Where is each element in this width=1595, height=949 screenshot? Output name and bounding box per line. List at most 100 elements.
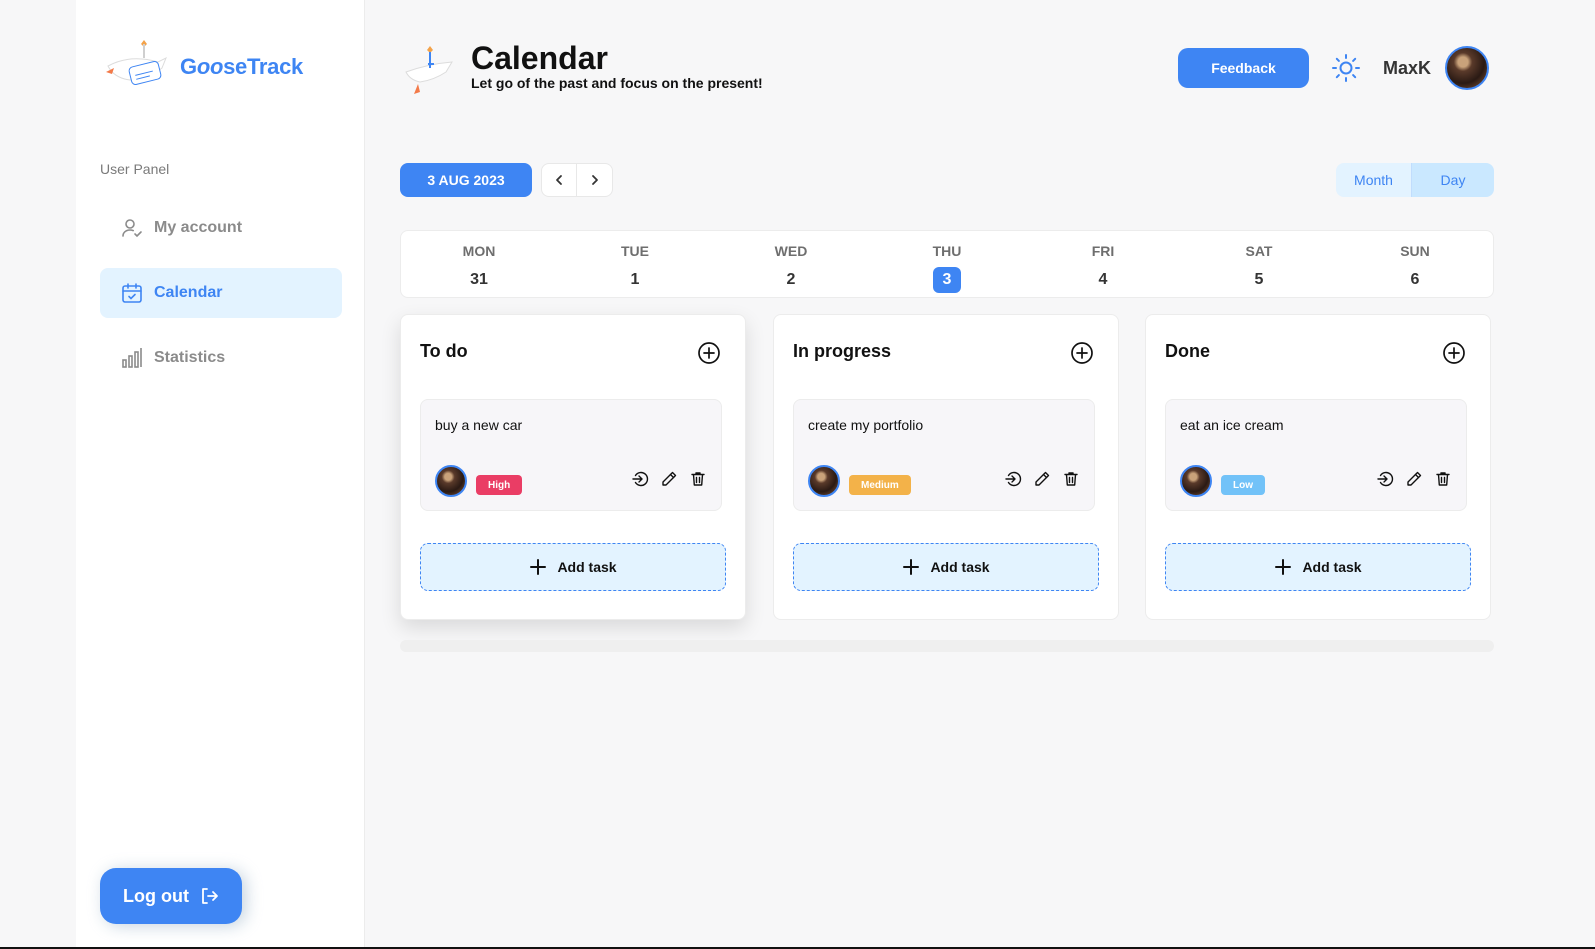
sidebar-item-my-account[interactable]: My account <box>100 203 342 253</box>
task-text: eat an ice cream <box>1180 417 1284 433</box>
plus-icon <box>902 558 920 576</box>
add-task-button[interactable]: Add task <box>1165 543 1471 591</box>
week-day-number: 31 <box>470 271 488 288</box>
horizontal-scrollbar[interactable] <box>400 640 1494 652</box>
calendar-toolbar: 3 AUG 2023 Month Day <box>400 163 1494 197</box>
user-check-icon <box>120 216 144 240</box>
pencil-icon[interactable] <box>1405 470 1423 488</box>
task-card[interactable]: buy a new car High <box>420 399 722 511</box>
week-day[interactable]: SUN 6 <box>1337 231 1493 297</box>
week-day-name: TUE <box>621 243 649 259</box>
sidebar-item-calendar[interactable]: Calendar <box>100 268 342 318</box>
current-date-label[interactable]: 3 AUG 2023 <box>400 163 532 197</box>
trash-icon[interactable] <box>689 470 707 488</box>
task-card[interactable]: eat an ice cream Low <box>1165 399 1467 511</box>
bar-chart-icon <box>120 346 144 370</box>
goose-logo-icon <box>106 40 167 86</box>
pencil-icon[interactable] <box>1033 470 1051 488</box>
week-day-name: THU <box>932 243 962 259</box>
task-actions <box>631 470 707 488</box>
logout-label: Log out <box>123 885 189 906</box>
week-day-number-selected: 3 <box>933 267 961 293</box>
trash-icon[interactable] <box>1434 470 1452 488</box>
plus-icon <box>1274 558 1292 576</box>
task-columns: To do buy a new car High Add task In pro… <box>400 314 1494 620</box>
user-name: MaxK <box>1382 57 1431 78</box>
column-in-progress: In progress create my portfolio Medium A… <box>773 314 1119 620</box>
column-title: In progress <box>793 341 892 361</box>
add-task-button[interactable]: Add task <box>793 543 1099 591</box>
week-day[interactable]: FRI 4 <box>1025 231 1181 297</box>
add-circle-icon[interactable] <box>1070 341 1094 365</box>
add-task-button[interactable]: Add task <box>420 543 726 591</box>
calendar-check-icon <box>120 281 144 305</box>
week-day[interactable]: MON 31 <box>401 231 557 297</box>
column-title: Done <box>1165 341 1210 361</box>
week-day[interactable]: WED 2 <box>713 231 869 297</box>
task-card[interactable]: create my portfolio Medium <box>793 399 1095 511</box>
sidebar-item-label: Statistics <box>154 349 226 366</box>
trash-icon[interactable] <box>1062 470 1080 488</box>
next-day-button[interactable] <box>577 163 613 197</box>
week-day-number: 5 <box>1254 271 1264 288</box>
week-day-number: 6 <box>1410 271 1420 288</box>
pencil-icon[interactable] <box>660 470 678 488</box>
avatar <box>808 465 840 497</box>
task-actions <box>1004 470 1080 488</box>
move-task-icon[interactable] <box>1376 470 1394 488</box>
brand-name: GooseTrack <box>180 54 303 79</box>
task-text: buy a new car <box>435 417 523 433</box>
page-subtitle: Let go of the past and focus on the pres… <box>471 75 763 91</box>
plus-icon <box>529 558 547 576</box>
left-gutter <box>0 0 76 949</box>
task-text: create my portfolio <box>808 417 924 433</box>
header-actions: Feedback MaxK <box>1177 46 1489 90</box>
avatar[interactable] <box>1445 46 1489 90</box>
chevron-right-icon <box>591 175 598 185</box>
move-task-icon[interactable] <box>631 470 649 488</box>
logout-button[interactable]: Log out <box>100 868 242 924</box>
feedback-button[interactable]: Feedback <box>1177 48 1309 88</box>
page-header: Calendar Let go of the past and focus on… <box>400 38 1489 102</box>
week-day-number: 4 <box>1098 271 1108 288</box>
priority-badge: Low <box>1221 475 1265 495</box>
sidebar-item-statistics[interactable]: Statistics <box>100 333 342 383</box>
week-day[interactable]: TUE 1 <box>557 231 713 297</box>
panel-label: User Panel <box>100 161 170 177</box>
add-task-label: Add task <box>1302 559 1362 575</box>
column-todo: To do buy a new car High Add task <box>400 314 746 620</box>
chevron-left-icon <box>556 175 562 185</box>
week-day-name: FRI <box>1091 243 1115 259</box>
goose-header-icon <box>405 46 453 94</box>
priority-badge: High <box>476 475 523 495</box>
add-circle-icon[interactable] <box>1442 341 1466 365</box>
date-navigation <box>541 163 613 197</box>
sun-icon[interactable] <box>1331 53 1361 83</box>
week-day-current[interactable]: THU 3 <box>869 231 1025 297</box>
week-bar: MON 31 TUE 1 WED 2 THU 3 FRI 4 SAT 5 SUN… <box>400 230 1494 298</box>
view-day-button[interactable]: Day <box>1412 163 1494 197</box>
add-task-label: Add task <box>557 559 617 575</box>
avatar <box>1180 465 1212 497</box>
week-day-name: SAT <box>1245 243 1273 259</box>
week-day-name: WED <box>774 243 808 259</box>
column-title: To do <box>420 341 468 361</box>
brand-logo[interactable]: GooseTrack <box>100 36 303 98</box>
sidebar-item-label: My account <box>154 219 243 236</box>
logout-icon <box>199 886 219 906</box>
avatar <box>435 465 467 497</box>
week-day-name: MON <box>462 243 496 259</box>
prev-day-button[interactable] <box>541 163 577 197</box>
column-done: Done eat an ice cream Low Add task <box>1145 314 1491 620</box>
sidebar: GooseTrack User Panel My account Calenda… <box>76 0 365 949</box>
add-circle-icon[interactable] <box>697 341 721 365</box>
move-task-icon[interactable] <box>1004 470 1022 488</box>
page-title: Calendar <box>471 40 608 76</box>
priority-badge: Medium <box>849 475 911 495</box>
week-day-number: 1 <box>630 271 640 288</box>
week-day-number: 2 <box>786 271 796 288</box>
view-month-button[interactable]: Month <box>1336 163 1412 197</box>
task-actions <box>1376 470 1452 488</box>
sidebar-item-label: Calendar <box>154 284 223 301</box>
week-day[interactable]: SAT 5 <box>1181 231 1337 297</box>
